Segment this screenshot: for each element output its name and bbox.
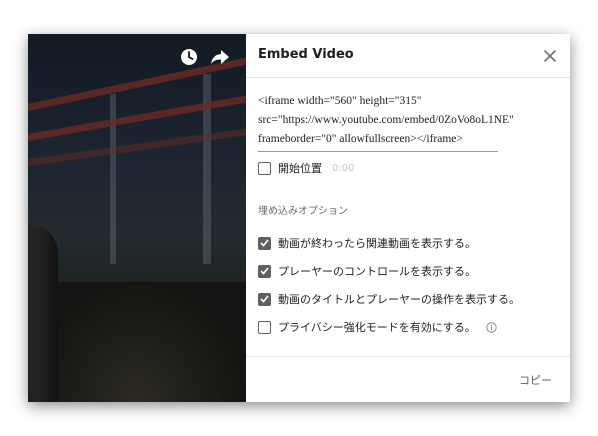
video-preview[interactable] — [28, 34, 246, 402]
options-heading: 埋め込みオプション — [258, 206, 348, 217]
embed-code-field[interactable]: <iframe width="560" height="315" src="ht… — [258, 92, 514, 152]
start-at-input[interactable]: 0:00 — [332, 163, 354, 174]
footer-divider — [246, 356, 570, 357]
start-at-checkbox[interactable] — [258, 161, 271, 175]
info-icon[interactable] — [486, 321, 497, 333]
option-row: プライバシー強化モードを有効にする。 — [258, 319, 497, 335]
embed-window: Embed Video <iframe width="560" height="… — [28, 34, 570, 402]
dialog-title: Embed Video — [258, 47, 354, 62]
start-at-row: 開始位置 0:00 — [258, 160, 354, 176]
embed-panel: Embed Video <iframe width="560" height="… — [246, 34, 570, 402]
scene-person — [28, 224, 58, 402]
copy-button[interactable]: コピー — [519, 372, 552, 388]
watch-later-icon[interactable] — [178, 46, 200, 68]
video-title-checkbox[interactable] — [258, 292, 271, 306]
video-title-label: 動画のタイトルとプレーヤーの操作を表示する。 — [278, 293, 520, 306]
scene-crowd — [28, 282, 246, 402]
close-icon[interactable] — [542, 48, 558, 64]
privacy-mode-label: プライバシー強化モードを有効にする。 — [278, 321, 476, 334]
related-videos-checkbox[interactable] — [258, 236, 271, 250]
related-videos-label: 動画が終わったら関連動画を表示する。 — [278, 237, 476, 250]
privacy-mode-checkbox[interactable] — [258, 320, 271, 334]
player-controls-checkbox[interactable] — [258, 264, 271, 278]
start-at-label: 開始位置 — [278, 162, 322, 175]
option-row: 動画が終わったら関連動画を表示する。 — [258, 235, 476, 251]
option-row: プレーヤーのコントロールを表示する。 — [258, 263, 476, 279]
player-controls-label: プレーヤーのコントロールを表示する。 — [278, 265, 476, 278]
option-row: 動画のタイトルとプレーヤーの操作を表示する。 — [258, 291, 520, 307]
share-icon[interactable] — [209, 46, 231, 68]
header-divider — [246, 77, 570, 78]
